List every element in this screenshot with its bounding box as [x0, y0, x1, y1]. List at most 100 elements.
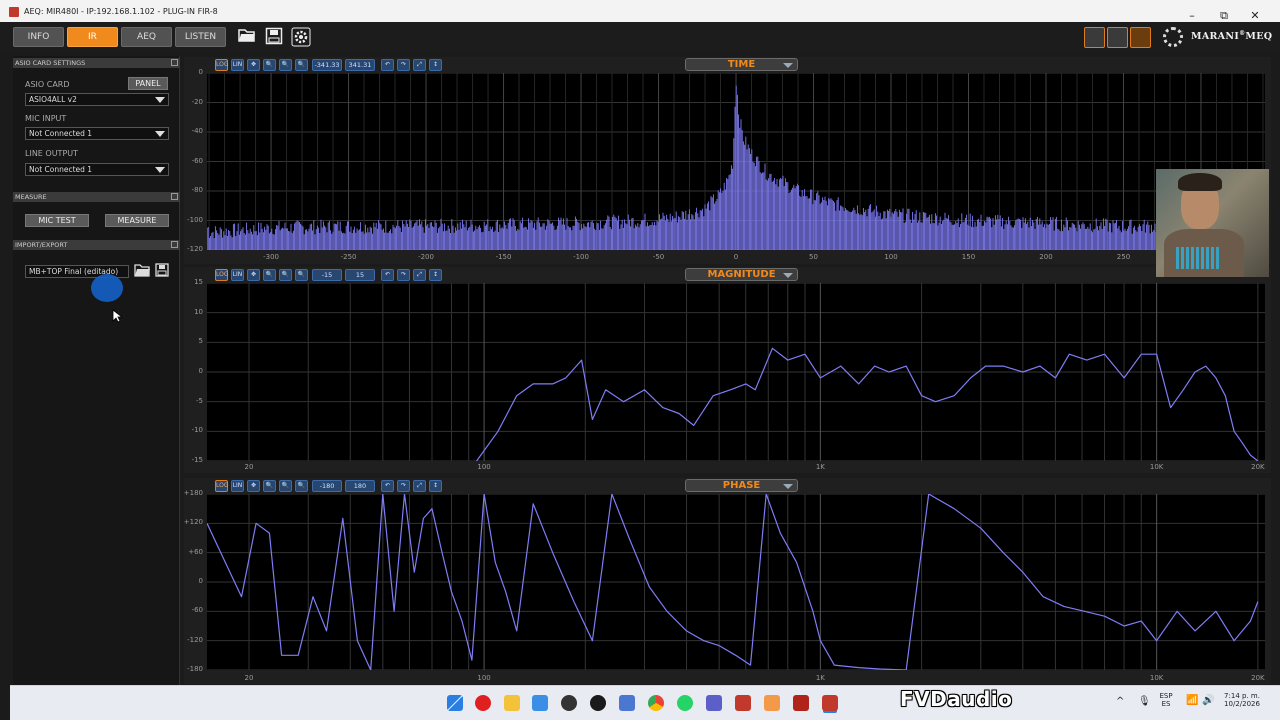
- zoom-out-icon[interactable]: 🔍: [295, 480, 308, 492]
- asio-card-select[interactable]: ASIO4ALL v2: [25, 93, 169, 106]
- redo-icon[interactable]: ↷: [397, 59, 410, 71]
- axis-icon[interactable]: ↕: [429, 269, 442, 281]
- zoom-in-icon[interactable]: 🔍: [263, 269, 276, 281]
- lin-scale-button[interactable]: LIN: [231, 59, 244, 71]
- save-icon[interactable]: [155, 263, 169, 280]
- zoom-in-icon[interactable]: 🔍: [263, 59, 276, 71]
- app-logo-icon: [9, 7, 19, 17]
- magnitude-plot[interactable]: [207, 283, 1265, 461]
- collapse-icon[interactable]: [171, 59, 178, 66]
- redo-icon[interactable]: ↷: [397, 269, 410, 281]
- magnitude-max-field[interactable]: 15: [345, 269, 375, 281]
- chevron-up-icon[interactable]: ^: [1116, 696, 1124, 707]
- save-icon[interactable]: [263, 27, 284, 48]
- y-tick-label: -120: [187, 245, 203, 253]
- x-tick-label: 20: [244, 463, 254, 471]
- x-tick-label: 100: [884, 253, 898, 261]
- pan-icon[interactable]: ✥: [247, 59, 260, 71]
- zoom-icon[interactable]: 🔍: [279, 269, 292, 281]
- zoom-out-icon[interactable]: 🔍: [295, 269, 308, 281]
- mouse-cursor-icon: [112, 309, 122, 323]
- app-icon[interactable]: [735, 695, 751, 711]
- wifi-icon[interactable]: 📶: [1186, 695, 1198, 706]
- chrome-icon[interactable]: [648, 695, 664, 711]
- log-scale-button[interactable]: LOG: [215, 269, 229, 281]
- clock[interactable]: 7:14 p. m. 10/2/2026: [1220, 692, 1264, 708]
- aeq-app-icon[interactable]: [822, 695, 838, 711]
- grid: [207, 494, 1265, 670]
- chevron-down-icon: [783, 63, 793, 68]
- phase-view-select[interactable]: PHASE: [685, 479, 798, 492]
- magnitude-view-select[interactable]: MAGNITUDE: [685, 268, 798, 281]
- zoom-out-icon[interactable]: 🔍: [295, 59, 308, 71]
- mic-test-button[interactable]: MIC TEST: [25, 214, 89, 227]
- time-plot[interactable]: [207, 73, 1265, 250]
- zoom-icon[interactable]: 🔍: [279, 480, 292, 492]
- asio-settings-header[interactable]: ASIO CARD SETTINGS: [13, 58, 180, 68]
- line-output-select[interactable]: Not Connected 1: [25, 163, 169, 176]
- time-view-select[interactable]: TIME: [685, 58, 798, 71]
- microphone-icon[interactable]: 🎙: [1138, 696, 1151, 707]
- panel-button[interactable]: PANEL: [128, 77, 168, 90]
- undo-icon[interactable]: ↶: [381, 480, 394, 492]
- view-layout-2-icon[interactable]: [1107, 27, 1128, 48]
- settings-icon[interactable]: [290, 27, 311, 48]
- x-tick-label: 100: [477, 463, 491, 471]
- tab-info[interactable]: INFO: [13, 27, 64, 47]
- tab-listen[interactable]: LISTEN: [175, 27, 226, 47]
- tab-ir[interactable]: IR: [67, 27, 118, 47]
- folder-open-icon[interactable]: [134, 263, 151, 280]
- y-tick-label: -120: [187, 635, 203, 644]
- x-tick-label: 200: [1039, 253, 1053, 261]
- volume-icon[interactable]: 🔊: [1202, 695, 1214, 706]
- log-scale-button[interactable]: LOG: [215, 59, 229, 71]
- mic-input-select[interactable]: Not Connected 1: [25, 127, 169, 140]
- import-export-header[interactable]: IMPORT/EXPORT: [13, 240, 180, 250]
- windows-start-icon[interactable]: [447, 695, 463, 711]
- app-icon[interactable]: [590, 695, 606, 711]
- log-scale-button[interactable]: LOG: [215, 480, 229, 492]
- whatsapp-icon[interactable]: [677, 695, 693, 711]
- axis-icon[interactable]: ↕: [429, 480, 442, 492]
- phase-max-field[interactable]: 180: [345, 480, 375, 492]
- fit-icon[interactable]: ⤢: [413, 269, 426, 281]
- folder-open-icon[interactable]: [236, 27, 257, 48]
- measure-button[interactable]: MEASURE: [105, 214, 169, 227]
- app-icon[interactable]: [764, 695, 780, 711]
- view-layout-1-icon[interactable]: [1084, 27, 1105, 48]
- collapse-icon[interactable]: [171, 241, 178, 248]
- y-tick-label: -60: [191, 156, 203, 165]
- phase-min-field[interactable]: -180: [312, 480, 342, 492]
- opera-icon[interactable]: [475, 695, 491, 711]
- lin-scale-button[interactable]: LIN: [231, 269, 244, 281]
- redo-icon[interactable]: ↷: [397, 480, 410, 492]
- teams-icon[interactable]: [706, 695, 722, 711]
- app-icon[interactable]: [561, 695, 577, 711]
- magnitude-min-field[interactable]: -15: [312, 269, 342, 281]
- fit-icon[interactable]: ⤢: [413, 59, 426, 71]
- store-icon[interactable]: [532, 695, 548, 711]
- time-min-field[interactable]: -341.33: [312, 59, 342, 71]
- time-max-field[interactable]: 341.31: [345, 59, 375, 71]
- file-explorer-icon[interactable]: [504, 695, 520, 711]
- axis-icon[interactable]: ↕: [429, 59, 442, 71]
- undo-icon[interactable]: ↶: [381, 59, 394, 71]
- collapse-icon[interactable]: [171, 193, 178, 200]
- zoom-in-icon[interactable]: 🔍: [263, 480, 276, 492]
- pan-icon[interactable]: ✥: [247, 480, 260, 492]
- lin-scale-button[interactable]: LIN: [231, 480, 244, 492]
- fit-icon[interactable]: ⤢: [413, 480, 426, 492]
- view-layout-3-icon[interactable]: [1130, 27, 1151, 48]
- phase-plot[interactable]: [207, 494, 1265, 670]
- zoom-icon[interactable]: 🔍: [279, 59, 292, 71]
- calculator-icon[interactable]: [619, 695, 635, 711]
- grid: [207, 283, 1265, 461]
- y-tick-label: -60: [191, 606, 203, 615]
- pan-icon[interactable]: ✥: [247, 269, 260, 281]
- app-icon[interactable]: [793, 695, 809, 711]
- language-indicator[interactable]: ESP ES: [1158, 692, 1174, 708]
- undo-icon[interactable]: ↶: [381, 269, 394, 281]
- tab-aeq[interactable]: AEQ: [121, 27, 172, 47]
- x-tick-label: 250: [1116, 253, 1131, 261]
- measure-header[interactable]: MEASURE: [13, 192, 180, 202]
